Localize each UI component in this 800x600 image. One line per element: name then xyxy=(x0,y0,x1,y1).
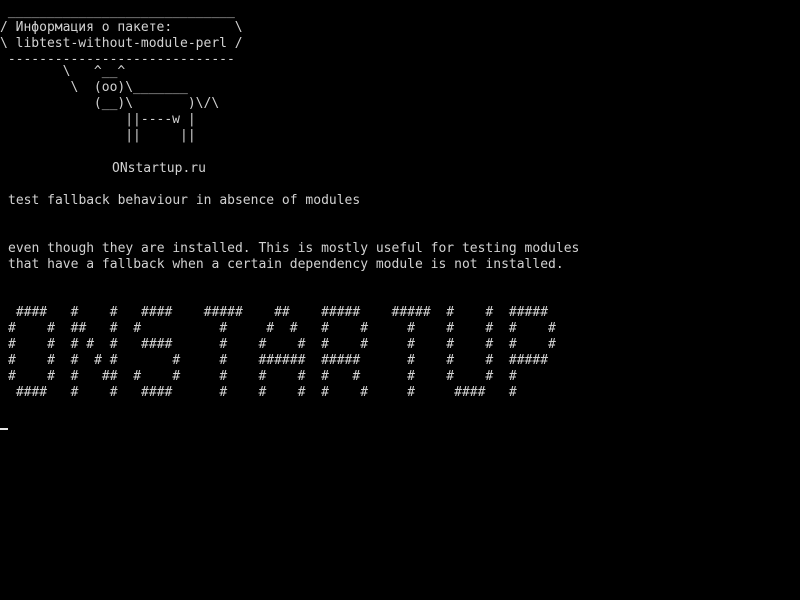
package-summary: test fallback behaviour in absence of mo… xyxy=(8,193,361,208)
cow-art-line-2: \ (oo)\_______ xyxy=(0,80,188,95)
cow-art-line-4: ||----w | xyxy=(0,112,196,127)
cow-art-line-5: || || xyxy=(0,128,196,143)
banner-line-3: # # # # # #### # # # # # # # # # # xyxy=(8,337,556,352)
speech-bubble-header: / Информация о пакете: \ xyxy=(0,20,243,35)
cowsay-cow-art: \ ^__^ \ (oo)\_______ (__)\ )\/\ ||----w… xyxy=(0,64,220,144)
package-description-line-2: that have a fallback when a certain depe… xyxy=(8,257,564,272)
site-signature: ONstartup.ru xyxy=(112,161,206,176)
banner-line-1: #### # # #### ##### ## ##### ##### # # #… xyxy=(8,305,549,320)
package-description: even though they are installed. This is … xyxy=(8,241,579,273)
speech-bubble-package-name: \ libtest-without-module-perl / xyxy=(0,36,243,51)
cow-art-line-1: \ ^__^ xyxy=(0,64,126,79)
package-description-line-1: even though they are installed. This is … xyxy=(8,241,580,256)
terminal-screen[interactable]: _____________________________ / Информаци… xyxy=(0,0,800,600)
banner-line-2: # # ## # # # # # # # # # # # # xyxy=(8,321,556,336)
cow-art-line-3: (__)\ )\/\ xyxy=(0,96,220,111)
speech-bubble: _____________________________ / Информаци… xyxy=(0,4,243,68)
banner-line-6: #### # # #### # # # # # # #### # xyxy=(8,385,517,400)
banner-line-5: # # # ## # # # # # # # # # # # xyxy=(8,369,517,384)
banner-line-4: # # # # # # # ###### ##### # # # ##### xyxy=(8,353,549,368)
ascii-banner: #### # # #### ##### ## ##### ##### # # #… xyxy=(8,305,556,401)
speech-bubble-top-border: _____________________________ xyxy=(0,4,235,19)
text-cursor xyxy=(0,428,8,430)
